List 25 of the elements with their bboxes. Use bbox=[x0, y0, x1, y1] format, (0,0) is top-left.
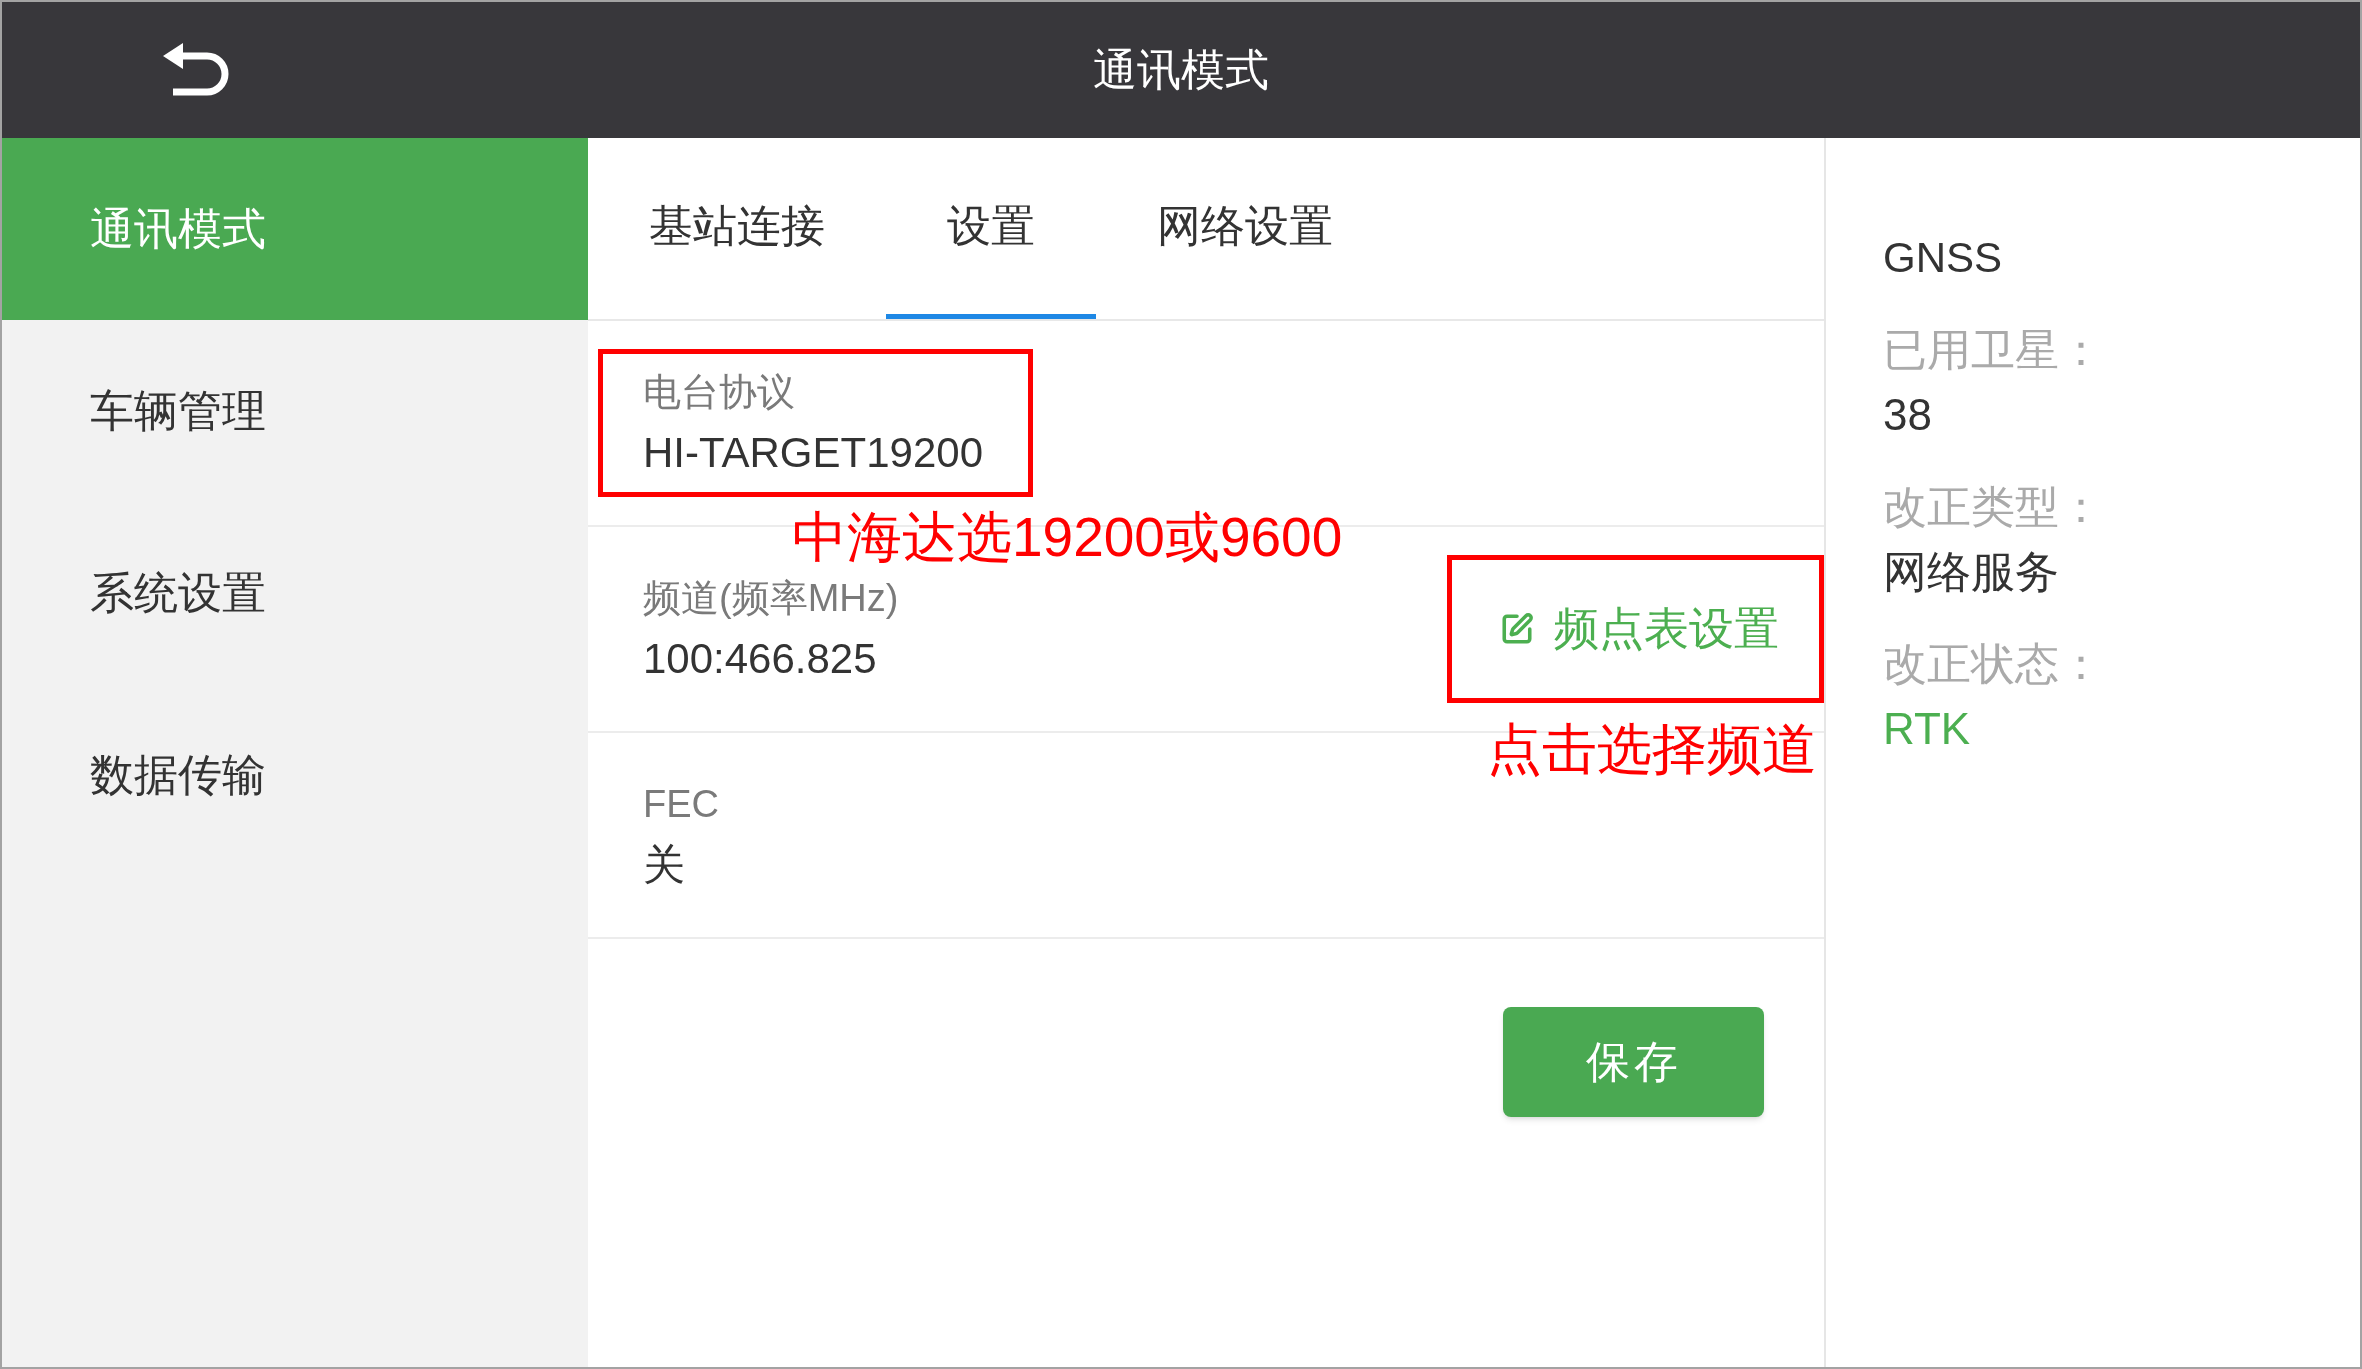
setting-label: 频道(频率MHz) bbox=[643, 576, 899, 621]
setting-label: 电台协议 bbox=[643, 370, 796, 415]
sidebar-item[interactable]: 车辆管理 bbox=[2, 320, 588, 502]
status-label: 改正类型： bbox=[1883, 481, 2104, 533]
setting-value: 100:466.825 bbox=[643, 634, 878, 684]
tab[interactable]: 基站连接 bbox=[588, 138, 886, 319]
setting-value: 关 bbox=[643, 840, 686, 890]
screen-title: 通讯模式 bbox=[1093, 44, 1269, 96]
status-label: 改正状态： bbox=[1883, 638, 2104, 690]
setting-label: FEC bbox=[643, 782, 719, 827]
status-title: GNSS bbox=[1883, 233, 2004, 283]
back-icon bbox=[163, 43, 229, 97]
setting-value: HI-TARGET19200 bbox=[643, 428, 983, 478]
edit-icon bbox=[1500, 612, 1534, 646]
sidebar-item[interactable]: 数据传输 bbox=[2, 684, 588, 866]
status-value: 38 bbox=[1883, 389, 1933, 441]
back-button[interactable] bbox=[163, 43, 229, 97]
tab[interactable]: 网络设置 bbox=[1096, 138, 1394, 319]
annotation-note: 点击选择频道 bbox=[1487, 719, 1817, 779]
status-value: 网络服务 bbox=[1883, 546, 2060, 598]
tab[interactable]: 设置 bbox=[886, 138, 1096, 319]
status-label: 已用卫星： bbox=[1883, 324, 2104, 376]
status-value: RTK bbox=[1883, 703, 1972, 755]
sidebar-item[interactable]: 系统设置 bbox=[2, 502, 588, 684]
annotation-note: 中海达选19200或9600 bbox=[792, 507, 1343, 567]
